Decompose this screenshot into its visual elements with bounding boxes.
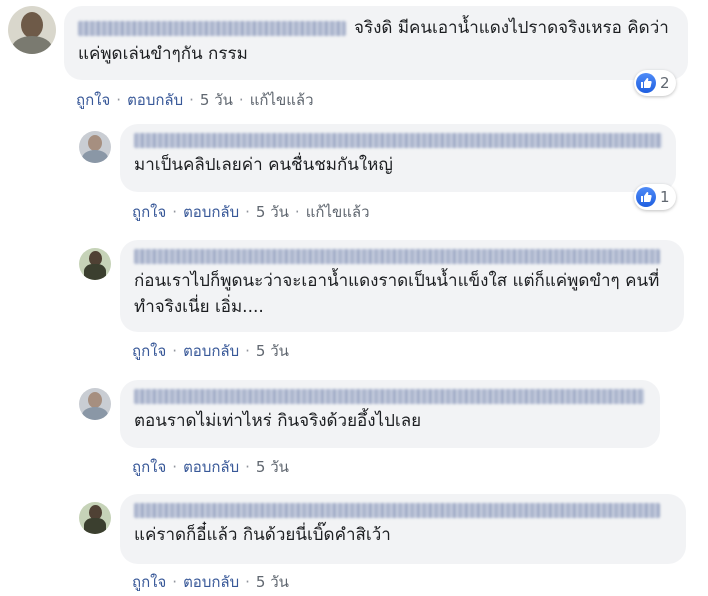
edited-label[interactable]: แก้ไขแล้ว bbox=[250, 91, 314, 109]
timestamp[interactable]: 5 วัน bbox=[256, 573, 289, 591]
comment-text: มาเป็นคลิปเลยค่า คนชื่นชมกันใหญ่ bbox=[134, 155, 393, 175]
like-button[interactable]: ถูกใจ bbox=[132, 458, 166, 476]
comment-text: แค่ราดก็อี๋แล้ว กินด้วยนี่เบิ๊ดคำสิเว้า bbox=[134, 525, 391, 545]
timestamp[interactable]: 5 วัน bbox=[256, 203, 289, 221]
comment-actions: ถูกใจ · ตอบกลับ · 5 วัน · แก้ไขแล้ว bbox=[76, 88, 314, 112]
reaction-number: 2 bbox=[660, 74, 670, 92]
timestamp[interactable]: 5 วัน bbox=[256, 342, 289, 360]
timestamp[interactable]: 5 วัน bbox=[200, 91, 233, 109]
separator-dot: · bbox=[172, 458, 178, 476]
comment-actions: ถูกใจ · ตอบกลับ · 5 วัน bbox=[132, 570, 289, 594]
comment-bubble: ก่อนเราไปก็พูดนะว่าจะเอาน้ำแดงราดเป็นน้ำ… bbox=[120, 240, 684, 332]
like-icon bbox=[636, 187, 656, 207]
separator-dot: · bbox=[245, 458, 250, 476]
comment-actions: ถูกใจ · ตอบกลับ · 5 วัน bbox=[132, 455, 289, 479]
separator-dot: · bbox=[245, 203, 250, 221]
separator-dot: · bbox=[245, 573, 250, 591]
reply-button[interactable]: ตอบกลับ bbox=[127, 91, 183, 109]
avatar[interactable] bbox=[79, 131, 111, 163]
separator-dot: · bbox=[189, 91, 194, 109]
comment-actions: ถูกใจ · ตอบกลับ · 5 วัน bbox=[132, 339, 289, 363]
author-name-blurred[interactable] bbox=[134, 503, 660, 518]
avatar[interactable] bbox=[79, 502, 111, 534]
reaction-count[interactable]: 1 bbox=[634, 184, 676, 210]
separator-dot: · bbox=[238, 91, 244, 109]
author-name-blurred[interactable] bbox=[78, 20, 346, 36]
comment-bubble: จริงดิ มีคนเอาน้ำแดงไปราดจริงเหรอ คิดว่า… bbox=[64, 6, 688, 80]
separator-dot: · bbox=[245, 342, 250, 360]
comment-actions: ถูกใจ · ตอบกลับ · 5 วัน · แก้ไขแล้ว bbox=[132, 200, 370, 224]
like-icon bbox=[636, 73, 656, 93]
separator-dot: · bbox=[172, 573, 178, 591]
reply-button[interactable]: ตอบกลับ bbox=[183, 573, 239, 591]
reaction-number: 1 bbox=[660, 188, 670, 206]
author-name-blurred[interactable] bbox=[134, 389, 644, 404]
separator-dot: · bbox=[116, 91, 122, 109]
reply-button[interactable]: ตอบกลับ bbox=[183, 342, 239, 360]
edited-label[interactable]: แก้ไขแล้ว bbox=[306, 203, 370, 221]
timestamp[interactable]: 5 วัน bbox=[256, 458, 289, 476]
comment-bubble: มาเป็นคลิปเลยค่า คนชื่นชมกันใหญ่ bbox=[120, 124, 676, 192]
comment-bubble: ตอนราดไม่เท่าไหร่ กินจริงด้วยอึ้งไปเลย bbox=[120, 380, 660, 448]
author-name-blurred[interactable] bbox=[134, 249, 660, 264]
reply-button[interactable]: ตอบกลับ bbox=[183, 458, 239, 476]
like-button[interactable]: ถูกใจ bbox=[132, 203, 166, 221]
comment-text: ก่อนเราไปก็พูดนะว่าจะเอาน้ำแดงราดเป็นน้ำ… bbox=[134, 271, 660, 317]
reaction-count[interactable]: 2 bbox=[634, 70, 676, 96]
avatar[interactable] bbox=[8, 6, 56, 54]
avatar[interactable] bbox=[79, 248, 111, 280]
comment-text: ตอนราดไม่เท่าไหร่ กินจริงด้วยอึ้งไปเลย bbox=[134, 411, 422, 431]
author-name-blurred[interactable] bbox=[134, 133, 662, 148]
separator-dot: · bbox=[294, 203, 300, 221]
reply-button[interactable]: ตอบกลับ bbox=[183, 203, 239, 221]
like-button[interactable]: ถูกใจ bbox=[132, 342, 166, 360]
separator-dot: · bbox=[172, 342, 178, 360]
like-button[interactable]: ถูกใจ bbox=[76, 91, 110, 109]
like-button[interactable]: ถูกใจ bbox=[132, 573, 166, 591]
avatar[interactable] bbox=[79, 388, 111, 420]
comment-bubble: แค่ราดก็อี๋แล้ว กินด้วยนี่เบิ๊ดคำสิเว้า bbox=[120, 494, 686, 564]
separator-dot: · bbox=[172, 203, 178, 221]
